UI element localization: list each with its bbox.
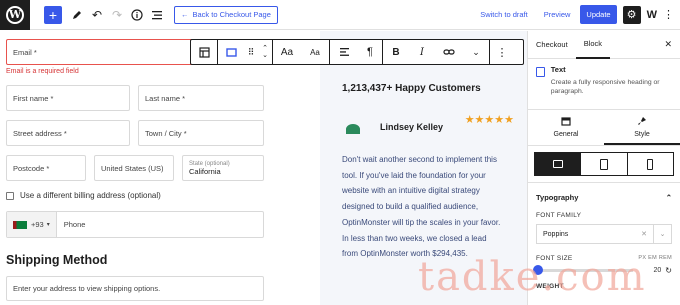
brush-icon [637, 116, 647, 128]
watermark: tadke.com [418, 254, 647, 300]
customer-name: Lindsey Kelley [380, 122, 444, 132]
shipping-options-box: Enter your address to view shipping opti… [6, 276, 264, 301]
phone-country-selector[interactable]: +93 ▾ [7, 212, 57, 237]
move-up-down-icon[interactable]: ⌃ ⌄ [258, 40, 272, 64]
shipping-hint: Enter your address to view shipping opti… [13, 284, 161, 293]
state-field[interactable]: State (optional) California [182, 155, 264, 181]
parent-block-icon[interactable] [218, 40, 244, 64]
italic-icon[interactable]: I [409, 40, 435, 64]
tab-block[interactable]: Block [575, 31, 611, 59]
font-family-value: Poppins [543, 230, 569, 238]
first-name-placeholder: First name * [13, 93, 54, 103]
preview-button[interactable]: Preview [544, 10, 571, 19]
link-icon[interactable] [435, 40, 463, 64]
town-city-field[interactable]: Town / City * [138, 120, 264, 146]
editor-top-bar: W + ↶ ↷ ← Back to Checkout Page Switch t… [0, 0, 680, 30]
testimonial-text[interactable]: Don't wait another second to implement t… [342, 152, 502, 262]
block-card: Text Create a fully responsive heading o… [528, 59, 680, 110]
desktop-device-button[interactable] [535, 153, 582, 175]
state-value: California [189, 166, 221, 176]
last-name-placeholder: Last name * [145, 93, 186, 103]
street-address-field[interactable]: Street address * [6, 120, 130, 146]
wordpress-logo[interactable]: W [0, 0, 30, 30]
shipping-method-heading: Shipping Method [6, 253, 108, 267]
tab-general[interactable]: General [528, 110, 604, 145]
tab-style[interactable]: Style [604, 110, 680, 145]
country-select[interactable]: United States (US) [94, 155, 174, 181]
caret-down-icon: ▾ [46, 222, 50, 228]
block-description: Create a fully responsive heading or par… [550, 79, 660, 95]
align-left-icon[interactable] [330, 40, 358, 64]
general-icon [561, 117, 571, 128]
pencil-icon[interactable] [68, 4, 86, 26]
heading-size-button[interactable]: Aa [273, 40, 301, 64]
street-placeholder: Street address * [13, 128, 67, 138]
tab-checkout[interactable]: Checkout [528, 31, 576, 59]
postcode-placeholder: Postcode * [13, 163, 50, 173]
phone-placeholder: Phone [63, 220, 86, 229]
block-toolbar: ⠿ ⌃ ⌄ Aa Aa ¶ B I ⌄ ⋮ [190, 39, 524, 65]
text-size-button[interactable]: Aa [301, 40, 329, 64]
bold-icon[interactable]: B [383, 40, 409, 64]
different-billing-checkbox[interactable] [6, 192, 14, 200]
town-placeholder: Town / City * [145, 128, 187, 138]
plugin-w-icon[interactable]: W [647, 9, 657, 21]
block-type-icon[interactable] [191, 40, 217, 64]
block-title: Text [550, 65, 566, 74]
tablet-device-button[interactable] [581, 153, 628, 175]
last-name-field[interactable]: Last name * [138, 85, 264, 111]
back-link-label: Back to Checkout Page [192, 10, 271, 19]
mobile-icon [647, 158, 654, 170]
typography-panel-toggle[interactable]: Typography ⌃ [528, 182, 680, 212]
wordpress-icon: W [6, 5, 24, 24]
drag-handle-icon[interactable]: ⠿ [244, 40, 258, 64]
general-label: General [553, 131, 579, 138]
first-name-field[interactable]: First name * [6, 85, 130, 111]
block-options-icon[interactable]: ⋮ [490, 40, 514, 64]
phone-field[interactable]: +93 ▾ Phone [6, 211, 264, 238]
reset-icon[interactable]: ↻ [665, 266, 672, 275]
leaf-icon [346, 124, 360, 134]
happy-customers-heading: 1,213,437+ Happy Customers [342, 83, 481, 94]
country-value: United States (US) [101, 163, 164, 173]
clear-icon[interactable]: ✕ [635, 230, 653, 238]
device-switcher [534, 152, 674, 176]
redo-icon[interactable]: ↷ [108, 4, 126, 26]
font-family-label: FONT FAMILY [536, 212, 582, 219]
undo-icon[interactable]: ↶ [88, 4, 106, 26]
desktop-icon [552, 160, 563, 168]
star-rating: ★★★★★ [464, 114, 514, 126]
paragraph-icon[interactable]: ¶ [358, 40, 382, 64]
postcode-field[interactable]: Postcode * [6, 155, 86, 181]
info-icon[interactable] [128, 4, 146, 26]
email-error-message: Email is a required field [6, 68, 79, 75]
update-button[interactable]: Update [580, 5, 617, 24]
add-block-button[interactable]: + [44, 5, 62, 24]
font-family-select[interactable]: Poppins ✕ ⌄ [536, 224, 672, 244]
phone-code: +93 [31, 220, 44, 229]
chevron-down-icon[interactable]: ⌄ [463, 40, 489, 64]
switch-to-draft-button[interactable]: Switch to draft [480, 10, 528, 19]
customer-logo [342, 118, 364, 140]
text-block-icon [536, 67, 545, 77]
mobile-device-button[interactable] [628, 153, 673, 175]
more-options-icon[interactable]: ⋮ [663, 8, 674, 21]
settings-gear-icon[interactable]: ⚙ [622, 5, 641, 24]
back-to-checkout-link[interactable]: ← Back to Checkout Page [174, 5, 278, 24]
typography-heading: Typography [536, 193, 579, 202]
chevron-down-icon[interactable]: ⌄ [653, 225, 671, 243]
chevron-up-icon: ⌃ [665, 193, 672, 202]
list-view-icon[interactable] [148, 4, 166, 26]
tablet-icon [599, 158, 608, 170]
close-icon[interactable]: ✕ [664, 39, 672, 50]
different-billing-label: Use a different billing address (optiona… [20, 191, 161, 200]
email-placeholder: Email * [13, 47, 37, 57]
arrow-left-icon: ← [181, 10, 189, 19]
style-label: Style [634, 130, 650, 138]
afghanistan-flag-icon [13, 220, 27, 229]
